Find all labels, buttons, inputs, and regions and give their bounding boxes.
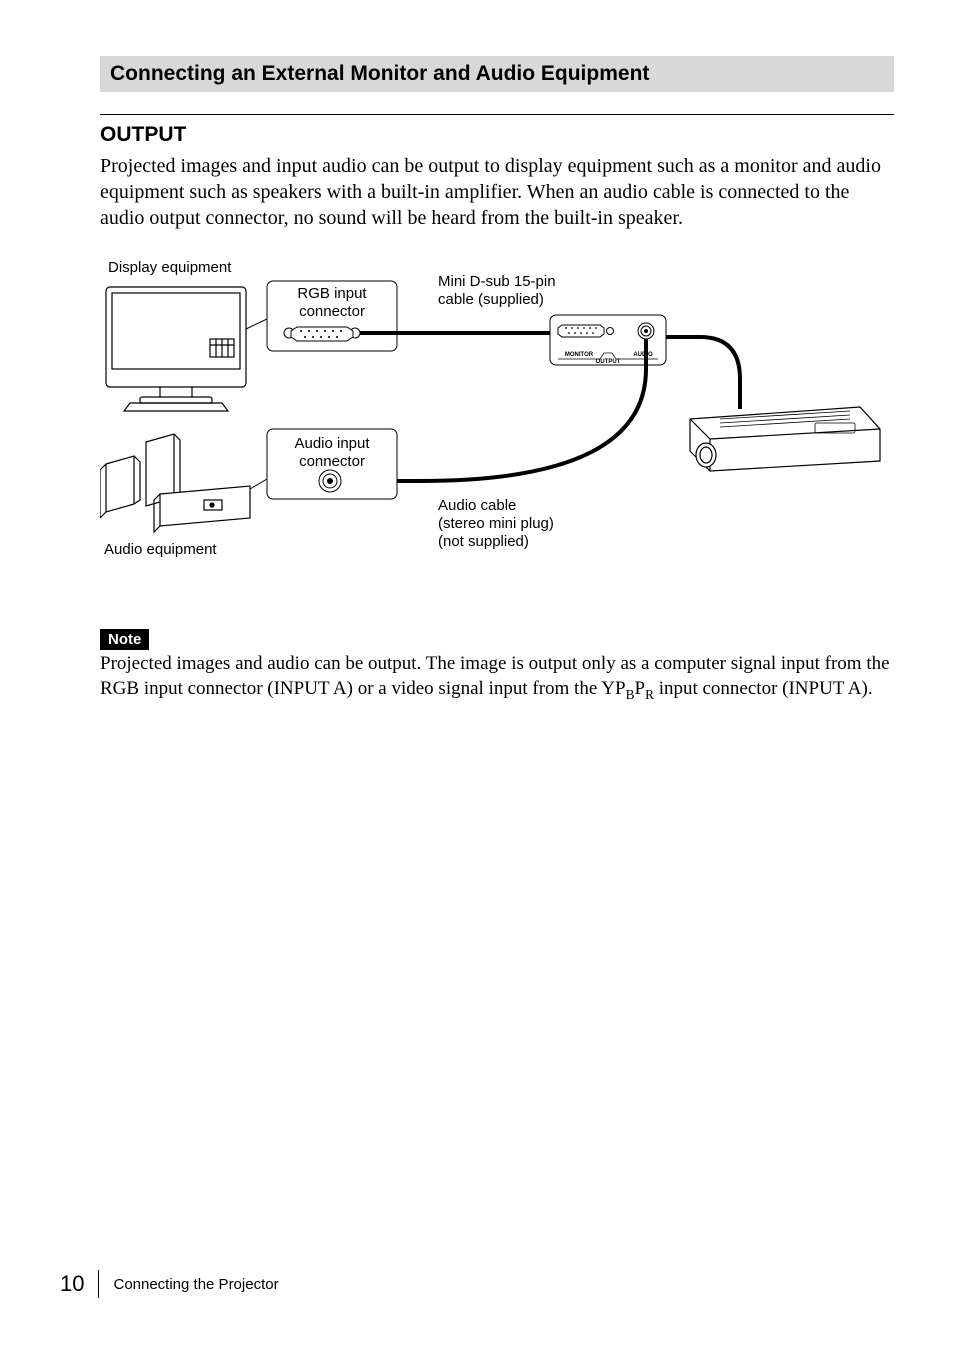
note-chip: Note	[100, 629, 149, 650]
section-heading: Connecting an External Monitor and Audio…	[100, 56, 894, 92]
note-text: Projected images and audio can be output…	[100, 652, 894, 703]
svg-text:OUTPUT: OUTPUT	[596, 359, 621, 365]
label-audio-input-1: Audio input	[294, 435, 369, 452]
svg-text:MONITOR: MONITOR	[565, 352, 594, 358]
label-rgb-input-2: connector	[299, 303, 365, 320]
label-rgb-input-1: RGB input	[297, 285, 366, 302]
svg-text:AUDIO: AUDIO	[633, 352, 653, 358]
connection-diagram: MONITOR OUTPUT AUDIO	[100, 259, 894, 579]
sub-heading: OUTPUT	[100, 114, 894, 147]
label-audio-cable-2: (stereo mini plug)	[438, 515, 554, 532]
footer-divider	[98, 1270, 99, 1298]
label-audio-cable-3: (not supplied)	[438, 533, 529, 550]
label-audio-equipment: Audio equipment	[104, 541, 217, 559]
label-display-equipment: Display equipment	[108, 259, 231, 277]
page-footer: 10 Connecting the Projector	[60, 1270, 279, 1298]
footer-section-title: Connecting the Projector	[113, 1276, 278, 1293]
label-mini-dsub-2: cable (supplied)	[438, 291, 544, 308]
label-audio-cable-1: Audio cable	[438, 497, 516, 514]
label-audio-input-2: connector	[299, 453, 365, 470]
intro-paragraph: Projected images and input audio can be …	[100, 153, 894, 231]
label-mini-dsub-1: Mini D-sub 15-pin	[438, 273, 556, 290]
page-number: 10	[60, 1271, 84, 1297]
